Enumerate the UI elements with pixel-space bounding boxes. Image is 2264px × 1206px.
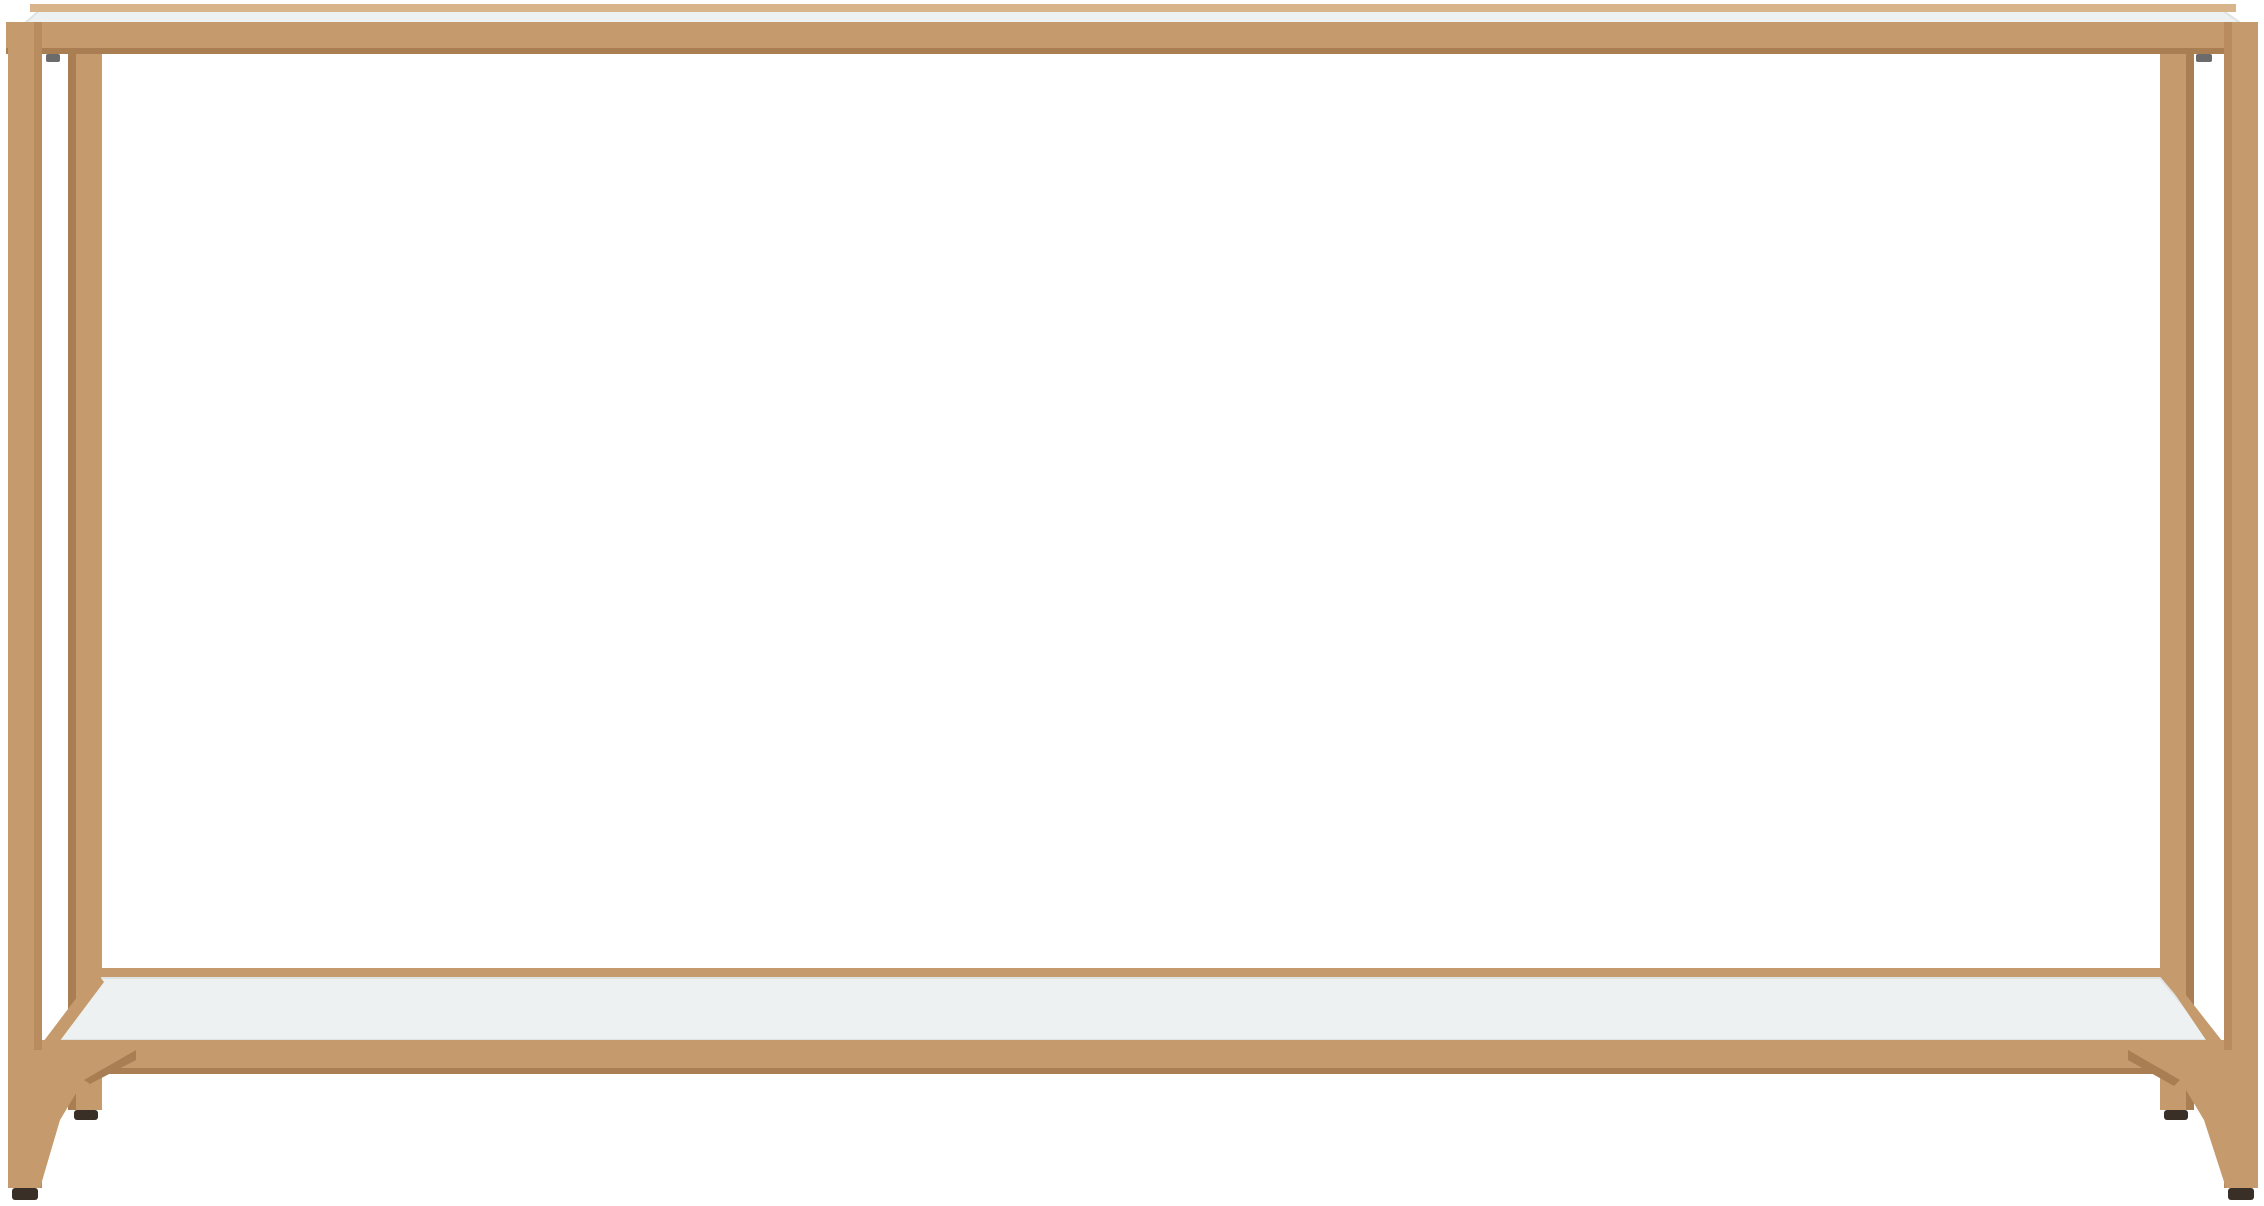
foot-front-right (2228, 1188, 2254, 1200)
clip-left (46, 54, 60, 62)
top-back-rail (30, 4, 2236, 12)
top-front-rail-shade (6, 48, 2258, 54)
bottom-glass-shelf (49, 977, 2215, 1041)
back-leg-left-shade (68, 54, 76, 1110)
back-leg-right-shade (2186, 54, 2194, 1110)
front-leg-left-highlight (34, 22, 42, 1188)
foot-back-left (74, 1110, 98, 1120)
front-leg-right-shade (2224, 22, 2232, 1188)
foot-front-left (12, 1188, 38, 1200)
clip-right (2196, 54, 2212, 62)
foot-back-right (2164, 1110, 2188, 1120)
top-frame (6, 4, 2258, 54)
front-lower-rail-shade (40, 1068, 2224, 1074)
console-table-photo (0, 0, 2264, 1206)
top-glass-panel (21, 9, 2246, 25)
